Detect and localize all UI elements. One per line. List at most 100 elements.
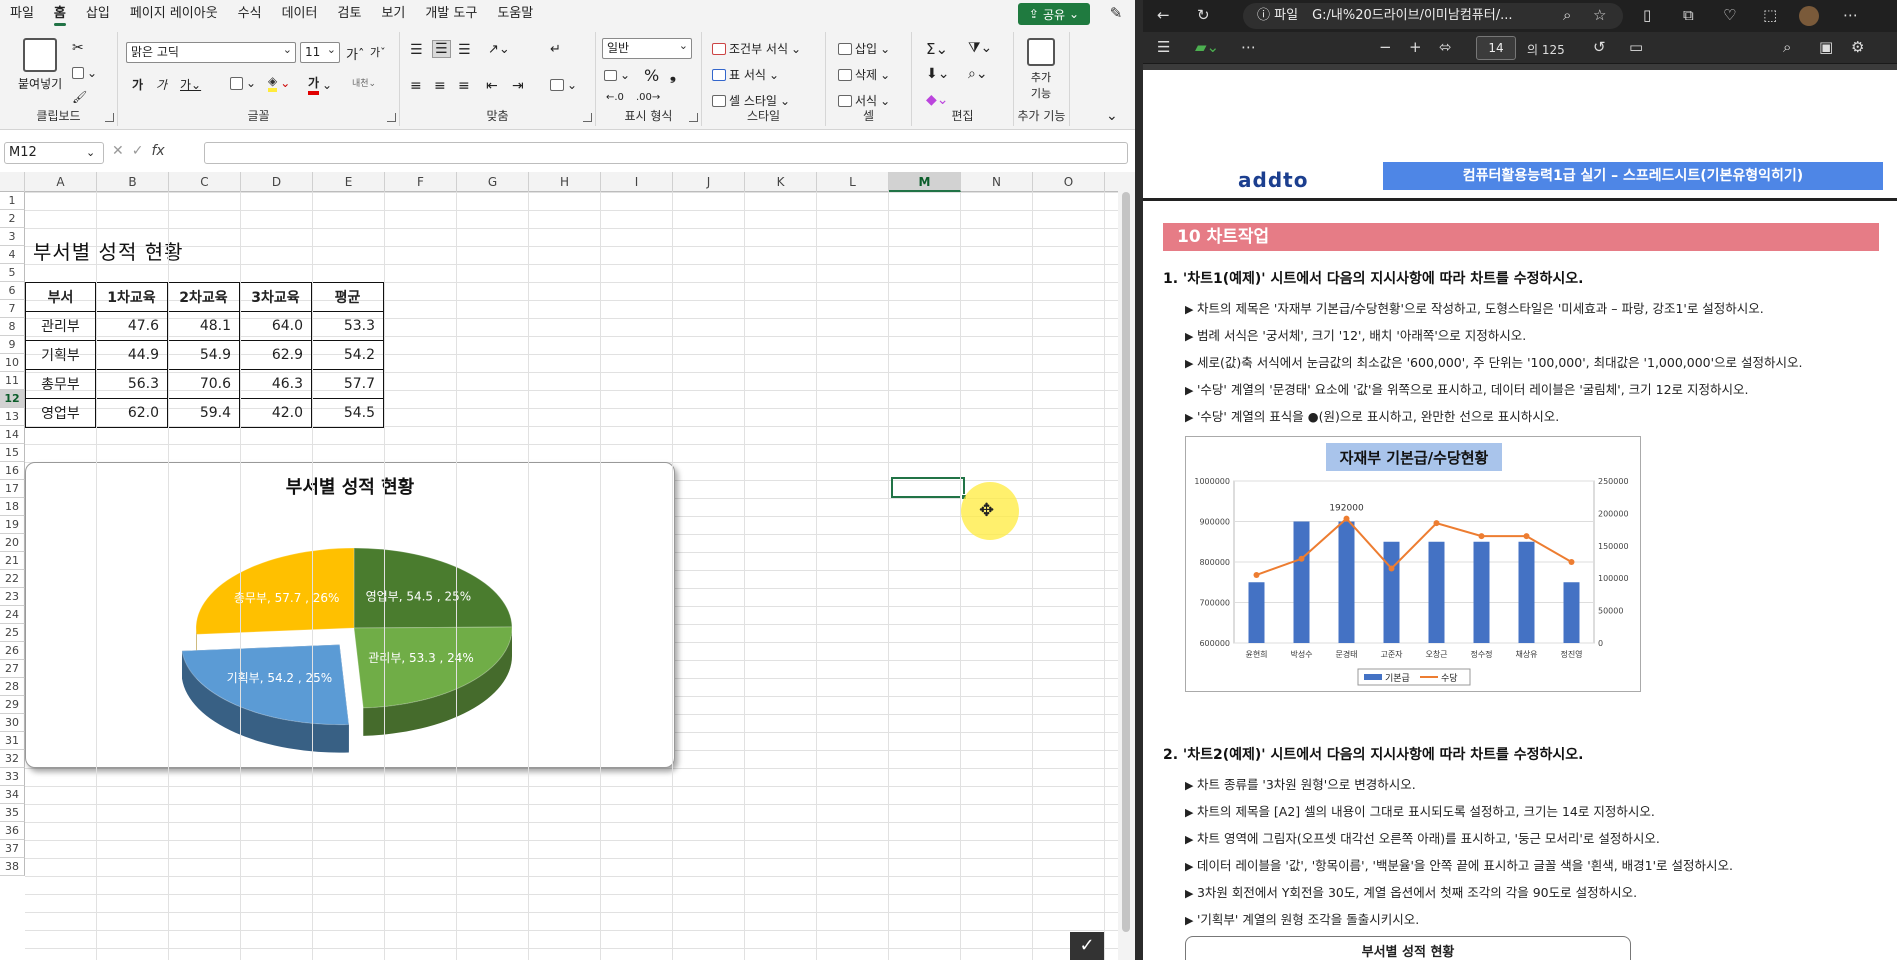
paste-button[interactable]: 붙여넣기 — [18, 38, 62, 92]
department-cell[interactable]: 영업부 — [25, 398, 96, 428]
font-name-select[interactable]: 맑은 고딕 — [126, 40, 296, 63]
score-cell[interactable]: 62.0 — [95, 398, 168, 428]
row-header-35[interactable]: 35 — [0, 804, 25, 822]
menu-tab-6[interactable]: 검토 — [327, 0, 371, 28]
table-header-cell[interactable]: 2차교육 — [167, 282, 240, 312]
align-center-icon[interactable]: ≡ — [434, 78, 446, 94]
row-header-5[interactable]: 5 — [0, 264, 25, 282]
row-header-6[interactable]: 6 — [0, 282, 25, 300]
name-box-dropdown-icon[interactable]: ⌄ — [86, 146, 95, 159]
row-header-7[interactable]: 7 — [0, 300, 25, 318]
column-header-B[interactable]: B — [97, 172, 169, 192]
formula-input[interactable] — [204, 142, 1128, 164]
row-header-14[interactable]: 14 — [0, 426, 25, 444]
clipboard-launcher-icon[interactable] — [105, 113, 114, 122]
align-right-icon[interactable]: ≡ — [458, 78, 470, 94]
row-header-9[interactable]: 9 — [0, 336, 25, 354]
menu-tab-0[interactable]: 파일 — [0, 0, 44, 28]
extensions-icon[interactable]: ⬚ — [1763, 6, 1777, 24]
table-header-cell[interactable]: 평균 — [311, 282, 384, 312]
row-header-12[interactable]: 12 — [0, 390, 25, 408]
menu-tab-5[interactable]: 데이터 — [272, 0, 328, 28]
health-icon[interactable]: ♡ — [1723, 6, 1736, 24]
column-header-N[interactable]: N — [961, 172, 1033, 192]
score-cell[interactable]: 56.3 — [95, 369, 168, 399]
copy-icon[interactable]: ⌄ — [72, 66, 97, 80]
page-number-input[interactable]: 14 — [1476, 36, 1516, 60]
clear-icon[interactable]: ◆⌄ — [926, 92, 949, 108]
enter-icon[interactable]: ✓ — [132, 143, 144, 159]
window-divider[interactable] — [1135, 0, 1143, 960]
row-header-32[interactable]: 32 — [0, 750, 25, 768]
table-header-cell[interactable]: 부서 — [25, 282, 96, 312]
row-header-30[interactable]: 30 — [0, 714, 25, 732]
increase-decimal-icon[interactable]: ←.0 — [606, 92, 624, 103]
menu-tab-9[interactable]: 도움말 — [487, 0, 543, 28]
row-header-34[interactable]: 34 — [0, 786, 25, 804]
settings-icon[interactable]: ⚙ — [1851, 38, 1864, 56]
cell-area[interactable]: 부서별 성적 현황 부서 1차교육 2차교육 3차교육 평균 관리부 47.6 48.1 64… — [25, 192, 1118, 960]
underline-icon[interactable]: 가⌄ — [180, 76, 201, 93]
more-tools-icon[interactable]: ⋯ — [1241, 38, 1256, 56]
insert-cells-button[interactable]: 삽입 ⌄ — [838, 40, 890, 57]
score-cell[interactable]: 70.6 — [167, 369, 240, 399]
score-cell[interactable]: 53.3 — [311, 311, 384, 341]
addins-button[interactable]: 추가 기능 — [1026, 38, 1056, 101]
score-cell[interactable]: 47.6 — [95, 311, 168, 341]
search-icon[interactable]: ⌕ — [1783, 38, 1791, 56]
collapse-ribbon-icon[interactable]: ⌄ — [1106, 108, 1118, 124]
row-header-29[interactable]: 29 — [0, 696, 25, 714]
column-header-I[interactable]: I — [601, 172, 673, 192]
row-header-31[interactable]: 31 — [0, 732, 25, 750]
fill-color-icon[interactable]: ◈ ⌄ — [268, 74, 290, 92]
sheet-title-cell[interactable]: 부서별 성적 현황 — [33, 236, 184, 265]
score-cell[interactable]: 64.0 — [239, 311, 312, 341]
border-icon[interactable]: ⌄ — [230, 76, 256, 90]
menu-tab-4[interactable]: 수식 — [228, 0, 272, 28]
row-header-13[interactable]: 13 — [0, 408, 25, 426]
column-header-J[interactable]: J — [673, 172, 745, 192]
menu-tab-3[interactable]: 페이지 레이아웃 — [120, 0, 228, 28]
row-header-25[interactable]: 25 — [0, 624, 25, 642]
orientation-icon[interactable]: ↗⌄ — [488, 42, 510, 57]
row-header-37[interactable]: 37 — [0, 840, 25, 858]
column-header-E[interactable]: E — [313, 172, 385, 192]
vertical-scrollbar[interactable] — [1118, 172, 1135, 960]
select-all-corner[interactable] — [0, 172, 25, 192]
comma-icon[interactable]: ❟ — [670, 66, 676, 84]
row-header-19[interactable]: 19 — [0, 516, 25, 534]
row-header-16[interactable]: 16 — [0, 462, 25, 480]
bold-icon[interactable]: 가 — [132, 76, 143, 93]
column-header-M[interactable]: M — [889, 172, 961, 192]
row-header-10[interactable]: 10 — [0, 354, 25, 372]
cut-icon[interactable]: ✂ — [72, 40, 84, 56]
comment-icon[interactable]: ✎ — [1106, 4, 1126, 24]
format-painter-icon[interactable]: 🖌 — [72, 90, 87, 104]
score-cell[interactable]: 48.1 — [167, 311, 240, 341]
row-header-3[interactable]: 3 — [0, 228, 25, 246]
column-header-H[interactable]: H — [529, 172, 601, 192]
row-header-22[interactable]: 22 — [0, 570, 25, 588]
number-launcher-icon[interactable] — [689, 113, 698, 122]
conditional-format-button[interactable]: 조건부 서식 ⌄ — [712, 40, 801, 57]
share-button[interactable]: ⇪ 공유 ⌄ — [1018, 3, 1090, 25]
scrollbar-thumb[interactable] — [1122, 192, 1130, 932]
increase-indent-icon[interactable]: ⇥ — [512, 78, 524, 94]
pie-slice-영업부[interactable] — [353, 547, 513, 629]
zoom-out-icon[interactable]: − — [1379, 38, 1392, 56]
row-header-26[interactable]: 26 — [0, 642, 25, 660]
decrease-decimal-icon[interactable]: .00→ — [636, 92, 660, 103]
score-cell[interactable]: 54.5 — [311, 398, 384, 428]
row-header-8[interactable]: 8 — [0, 318, 25, 336]
avatar[interactable] — [1799, 6, 1819, 26]
menu-tab-2[interactable]: 삽입 — [76, 0, 120, 28]
back-icon[interactable]: ← — [1157, 6, 1170, 24]
selected-cell-m12[interactable] — [891, 477, 965, 498]
row-header-21[interactable]: 21 — [0, 552, 25, 570]
row-header-28[interactable]: 28 — [0, 678, 25, 696]
column-header-D[interactable]: D — [241, 172, 313, 192]
zoom-in-icon[interactable]: + — [1409, 38, 1422, 56]
row-header-2[interactable]: 2 — [0, 210, 25, 228]
row-header-4[interactable]: 4 — [0, 246, 25, 264]
split-screen-icon[interactable]: ▯ — [1643, 6, 1651, 24]
